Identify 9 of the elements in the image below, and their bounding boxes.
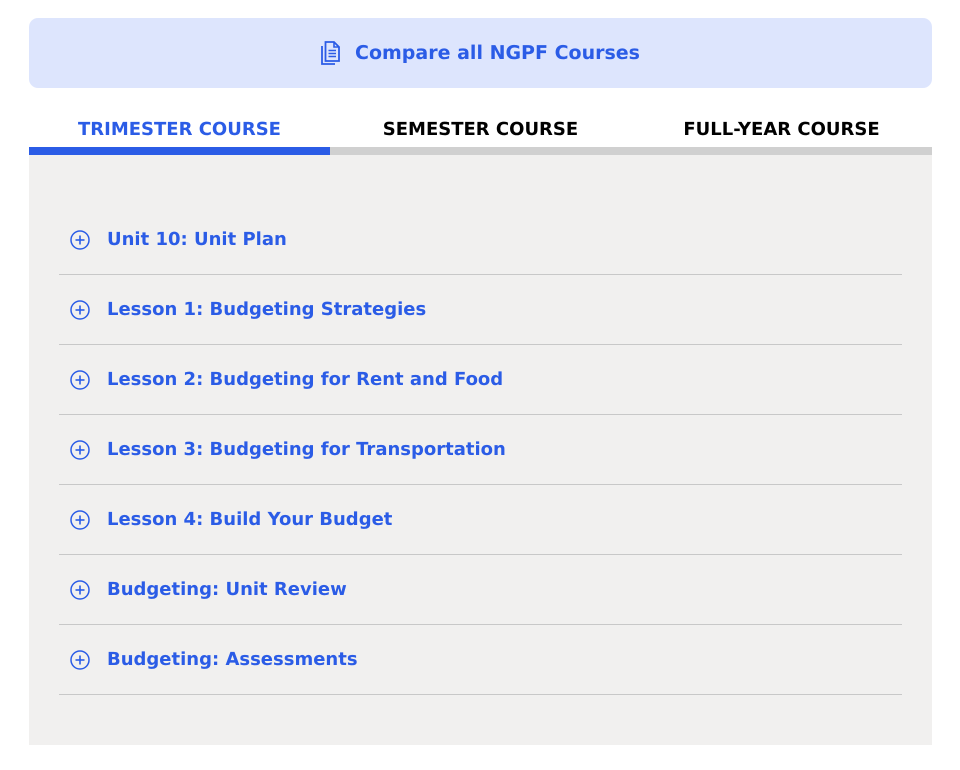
accordion-item[interactable]: Lesson 4: Build Your Budget xyxy=(59,485,902,554)
accordion-item[interactable]: Budgeting: Unit Review xyxy=(59,555,902,624)
compare-courses-link[interactable]: Compare all NGPF Courses xyxy=(29,18,932,88)
documents-icon xyxy=(321,41,342,65)
accordion-item[interactable]: Lesson 2: Budgeting for Rent and Food xyxy=(59,345,902,414)
accordion-item[interactable]: Budgeting: Assessments xyxy=(59,625,902,694)
accordion-item[interactable]: Lesson 1: Budgeting Strategies xyxy=(59,275,902,344)
accordion-item[interactable]: Lesson 3: Budgeting for Transportation xyxy=(59,415,902,484)
accordion-item[interactable]: Unit 10: Unit Plan xyxy=(59,205,902,274)
